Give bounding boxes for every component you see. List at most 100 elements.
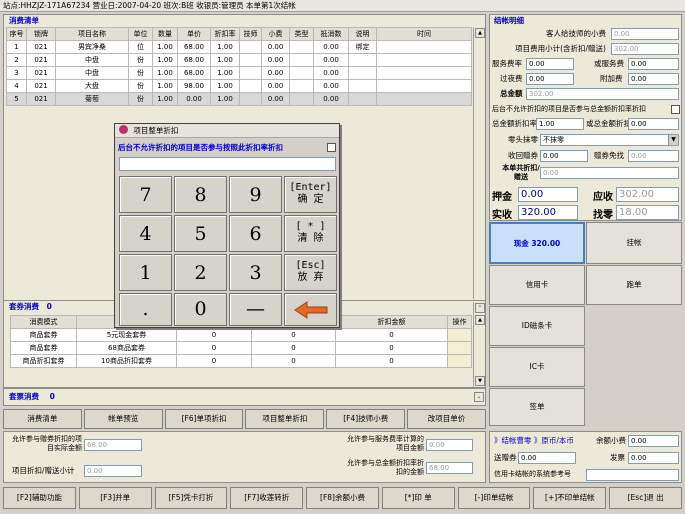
key-4[interactable]: 4 [119,215,172,252]
received-field[interactable]: 320.00 [518,205,578,220]
col-header[interactable]: 抵消数 [313,27,349,41]
balance-field[interactable]: 0.00 [628,435,679,447]
invoice-field[interactable]: 0.00 [628,452,679,464]
table-row[interactable]: 商品套券 68商品套券 0 0 0 [10,341,472,355]
allow-total-field[interactable]: 68.00 [426,462,473,474]
coupon-field[interactable]: 0.00 [540,150,588,162]
f7-button[interactable]: [F7]收莲转折 [230,487,304,509]
dialog-checkbox[interactable] [327,143,336,152]
enter-confirm-button[interactable]: [Enter] 确 定 [284,176,337,213]
change-price-button[interactable]: 改项目单价 [407,409,486,429]
key-dot[interactable]: . [119,293,172,326]
clear-button[interactable]: [ * ] 清 除 [284,215,337,252]
backspace-key[interactable] [284,293,337,326]
key-0[interactable]: 0 [174,293,227,326]
key-8[interactable]: 8 [174,176,227,213]
total-field[interactable]: 302.00 [526,88,679,100]
col-header[interactable]: 消费模式 [10,315,77,329]
table-row[interactable]: 2 021 中盘份 1.00 68.00 1.00 0.00 0.00 [6,53,472,67]
key-minus[interactable]: — [229,293,282,326]
table-row-selected[interactable]: 5 021 菊萄份 1.00 0.00 1.00 0.00 0.00 [6,92,472,106]
f2-assist-button[interactable]: [F2]辅助功能 [3,487,76,509]
credit-card-button[interactable]: 信用卡 [489,265,585,305]
col-header[interactable]: 项目名称 [55,27,129,41]
cash-button[interactable]: 现金 320.00 [489,222,585,264]
settle-link[interactable]: 》结帐曹零 》原币/本币 [494,435,574,446]
dropdown-arrow-icon[interactable]: ▼ [668,135,678,145]
col-header[interactable]: 说明 [348,27,377,41]
voucher-scrollbar[interactable]: ⌃ ▲ ▼ [473,302,485,387]
extra-fee-field[interactable]: 0.00 [628,73,679,85]
f3-merge-button[interactable]: [F3]并单 [78,487,152,509]
print-settle-button[interactable]: [-]印单结帐 [457,487,531,509]
order-discount-button[interactable]: 项目整单折扣 [245,409,325,429]
ic-card-button[interactable]: IC卡 [489,347,585,387]
f8-balance-tip-button[interactable]: [F8]余额小费 [306,487,379,509]
allow-service-field[interactable]: 0.00 [426,439,473,451]
item-total-field[interactable]: 302.00 [611,43,679,55]
col-header[interactable]: 序号 [6,27,27,41]
cell: 0 [176,328,252,342]
overnight-field[interactable]: 0.00 [526,73,574,85]
table-row[interactable]: 3 021 中盘份 1.00 68.00 1.00 0.00 0.00 [6,66,472,80]
col-header[interactable]: 数量 [152,27,178,41]
deposit-field[interactable]: 0.00 [518,187,578,202]
table-row[interactable]: 4 021 大盘份 1.00 98.00 1.00 0.00 0.00 [6,79,472,93]
esc-exit-button[interactable]: [Esc]退 出 [609,487,683,509]
key-2[interactable]: 2 [174,254,227,291]
f5-card-discount-button[interactable]: [F5]凭卡打折 [154,487,228,509]
gift-field[interactable]: 0.00 [628,150,679,162]
allow-free-field[interactable]: 68.00 [84,439,142,451]
bill-preview-button[interactable]: 帐单预览 [83,409,163,429]
service-fee-field[interactable]: 0.00 [628,58,679,70]
col-header[interactable]: 折扣金额 [335,315,448,329]
consume-scrollbar[interactable]: ▲ [473,27,485,299]
key-6[interactable]: 6 [229,215,282,252]
key-7[interactable]: 7 [119,176,172,213]
table-row[interactable]: 商品套券 5元现金套券 0 0 0 [10,328,472,342]
col-header[interactable]: 折扣率 [210,27,240,41]
col-header[interactable]: 操作 [447,315,472,329]
col-header[interactable]: 类型 [289,27,314,41]
col-header[interactable]: 时间 [376,27,472,41]
scroll-up-icon[interactable]: ▲ [475,315,485,325]
col-header[interactable]: 小费 [261,27,290,41]
esc-cancel-button[interactable]: [Esc] 放 弃 [284,254,337,291]
col-header[interactable]: 单位 [128,27,153,41]
key-1[interactable]: 1 [119,254,172,291]
dialog-input[interactable] [119,157,336,171]
tech-tip-button[interactable]: [F4]技师小费 [326,409,406,429]
collapse-up-icon[interactable]: ⌃ [475,303,485,313]
id-card-button[interactable]: ID磁条卡 [489,306,585,346]
settle-no-print-button[interactable]: [+]不印单结帐 [533,487,607,509]
col-header[interactable]: 技师 [239,27,262,41]
shared-field[interactable]: 0.00 [540,167,679,179]
key-9[interactable]: 9 [229,176,282,213]
key-3[interactable]: 3 [229,254,282,291]
run-bill-button[interactable]: 跑单 [586,265,682,305]
sign-bill-button[interactable]: 签单 [489,388,585,426]
hang-account-button[interactable]: 挂帐 [586,222,682,264]
change-field[interactable]: 18.00 [616,205,679,220]
key-5[interactable]: 5 [174,215,227,252]
service-rate-field[interactable]: 0.00 [526,58,574,70]
send-coupon-field[interactable]: 0.00 [518,452,576,464]
single-discount-button[interactable]: [F6]单项折扣 [164,409,244,429]
total-rate-field[interactable]: 1.00 [536,118,584,130]
guest-tip-field[interactable]: 0.00 [611,28,679,40]
no-discount-checkbox[interactable] [671,105,680,114]
col-header[interactable]: 锁牌 [26,27,56,41]
consume-list-button[interactable]: 消费清单 [3,409,82,429]
receivable-field[interactable]: 302.00 [616,187,679,202]
credit-ref-field[interactable] [586,469,679,481]
expand-down-icon[interactable]: ⌄ [474,392,484,402]
total-amount-field[interactable]: 0.00 [628,118,679,130]
print-bill-button[interactable]: [*]印 单 [381,487,455,509]
scroll-up-icon[interactable]: ▲ [475,28,485,38]
col-header[interactable]: 单价 [177,27,211,41]
subtotal-field[interactable]: 0.00 [84,465,142,477]
table-row[interactable]: 1 021 男宾净桑位 1.00 68.00 1.00 0.00 0.00 绑定 [6,40,472,54]
scroll-down-icon[interactable]: ▼ [475,376,485,386]
rounding-select[interactable]: 不抹零 ▼ [540,134,679,146]
table-row[interactable]: 商品折扣套券 10商品折扣套券 0 0 0 [10,354,472,368]
